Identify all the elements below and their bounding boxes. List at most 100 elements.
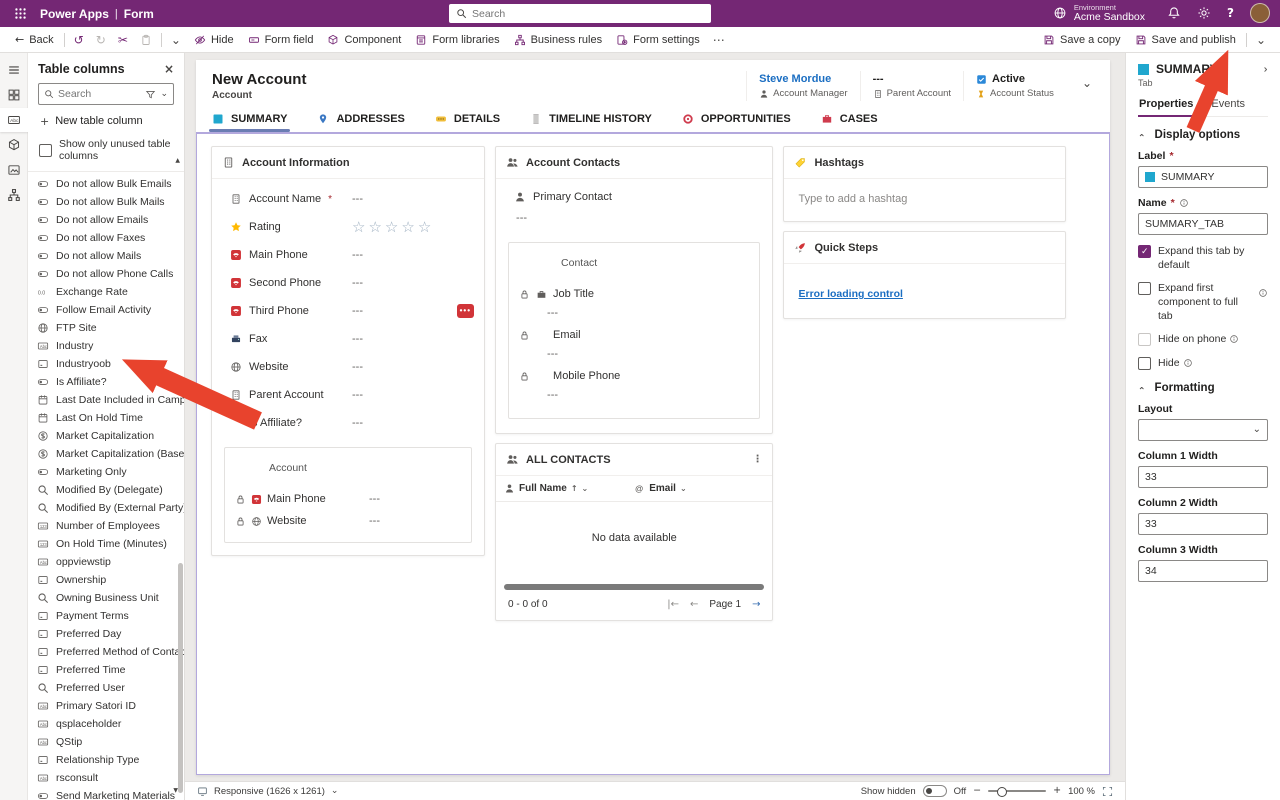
column-width-input[interactable]	[1145, 565, 1261, 577]
quick-view-contact[interactable]: Contact Job Title	[508, 242, 760, 419]
checkbox[interactable]	[1138, 282, 1151, 295]
table-column-item[interactable]: QStip	[28, 733, 184, 751]
grid-more-icon[interactable]	[752, 455, 762, 465]
command-button[interactable]: Component	[320, 34, 408, 46]
save-split-chevron[interactable]	[1250, 34, 1272, 46]
table-column-item[interactable]: On Hold Time (Minutes)	[28, 535, 184, 553]
rail-tree-view-button[interactable]	[0, 183, 28, 207]
panel-checkbox-row[interactable]: Hide	[1138, 357, 1268, 371]
notifications-bell-icon[interactable]	[1167, 6, 1181, 20]
form-field-row[interactable]: Rating	[212, 213, 484, 241]
environment-picker[interactable]: Environment Acme Sandbox	[1053, 3, 1145, 24]
column-width-input[interactable]	[1145, 518, 1261, 530]
table-column-item[interactable]: Modified By (Delegate)	[28, 481, 184, 499]
table-column-item[interactable]: Preferred Day	[28, 625, 184, 643]
quick-view-field-row[interactable]: Email ---	[509, 326, 759, 367]
info-icon[interactable]	[1183, 357, 1193, 369]
command-button[interactable]: Business rules	[507, 34, 610, 46]
rail-form-libraries-button[interactable]	[0, 158, 28, 182]
table-column-item[interactable]: Last On Hold Time	[28, 409, 184, 427]
form-field-row[interactable]: Is Affiliate? ---	[212, 409, 484, 437]
form-tab[interactable]: CASES	[821, 113, 878, 132]
form-tab[interactable]: TIMELINE HISTORY	[530, 113, 652, 132]
list-scroll-up-icon[interactable]	[175, 158, 180, 164]
panel-checkbox-row[interactable]: Hide on phone	[1138, 333, 1268, 347]
command-button[interactable]: Form libraries	[408, 34, 506, 46]
form-tab[interactable]: SUMMARY	[212, 113, 287, 132]
table-column-item[interactable]: Marketing Only	[28, 463, 184, 481]
table-column-item[interactable]: Send Marketing Materials	[28, 787, 184, 800]
list-scrollbar[interactable]	[178, 563, 183, 793]
table-column-item[interactable]: Industry	[28, 337, 184, 355]
section-account-information[interactable]: Account Information Account Name	[211, 146, 485, 556]
column-width-field[interactable]	[1138, 466, 1268, 488]
column-width-input[interactable]	[1145, 471, 1261, 483]
checkbox[interactable]	[1138, 245, 1151, 258]
quick-view-field-row[interactable]: Website ---	[225, 510, 471, 532]
more-commands-button[interactable]	[707, 34, 731, 46]
info-icon[interactable]	[1179, 197, 1189, 209]
quick-view-account[interactable]: Account Main Phone	[224, 447, 472, 543]
table-column-item[interactable]: Market Capitalization	[28, 427, 184, 445]
previous-page-button[interactable]	[690, 600, 698, 610]
form-header-field[interactable]: Active Account Status	[963, 71, 1066, 101]
primary-contact-field[interactable]: Primary Contact ---	[496, 179, 772, 232]
table-column-item[interactable]: Do not allow Bulk Mails	[28, 193, 184, 211]
panel-checkbox-row[interactable]: Expand this tab by default	[1138, 245, 1268, 272]
checkbox[interactable]	[1138, 357, 1151, 370]
header-collapse-chevron[interactable]	[1082, 77, 1092, 89]
rail-menu-button[interactable]	[0, 58, 28, 82]
quick-view-field-row[interactable]: Mobile Phone ---	[509, 367, 759, 408]
table-column-item[interactable]: Do not allow Bulk Emails	[28, 175, 184, 193]
save-and-publish-button[interactable]: Save and publish	[1128, 34, 1243, 46]
show-unused-checkbox-row[interactable]: Show only unused table columns	[28, 130, 184, 172]
display-options-section-header[interactable]: Display options	[1138, 129, 1268, 141]
table-column-item[interactable]: Preferred Method of Contact	[28, 643, 184, 661]
table-column-item[interactable]: Modified By (External Party)	[28, 499, 184, 517]
redo-button[interactable]	[90, 34, 112, 46]
quick-view-field-row[interactable]: Job Title ---	[509, 285, 759, 326]
table-column-item[interactable]: Last Date Included in Campaign	[28, 391, 184, 409]
form-tab[interactable]: DETAILS	[435, 113, 500, 132]
next-page-button[interactable]	[752, 600, 760, 610]
new-table-column-button[interactable]: New table column	[28, 105, 184, 130]
table-column-item[interactable]: Primary Satori ID	[28, 697, 184, 715]
save-a-copy-button[interactable]: Save a copy	[1036, 34, 1128, 46]
show-unused-checkbox[interactable]	[39, 144, 52, 157]
quick-view-field-row[interactable]: Main Phone ---	[225, 488, 471, 510]
form-field-row[interactable]: Fax ---	[212, 325, 484, 353]
table-column-item[interactable]: Payment Terms	[28, 607, 184, 625]
table-column-item[interactable]: Owning Business Unit	[28, 589, 184, 607]
error-loading-control-link[interactable]: Error loading control	[798, 288, 902, 300]
form-tab[interactable]: OPPORTUNITIES	[682, 113, 791, 132]
command-button[interactable]: Form field	[241, 34, 321, 46]
command-button[interactable]: Form settings	[609, 34, 707, 46]
label-field-input[interactable]	[1138, 166, 1268, 188]
form-field-row[interactable]: Website ---	[212, 353, 484, 381]
first-page-button[interactable]	[667, 600, 679, 610]
table-column-item[interactable]: Follow Email Activity	[28, 301, 184, 319]
section-hashtags[interactable]: Hashtags Type to add a hashtag	[783, 146, 1066, 222]
cut-button[interactable]	[112, 34, 134, 46]
label-input[interactable]	[1161, 171, 1261, 183]
table-column-item[interactable]: Ownership	[28, 571, 184, 589]
table-column-item[interactable]: Preferred User	[28, 679, 184, 697]
filter-chevron-icon[interactable]	[160, 90, 168, 99]
fit-to-screen-icon[interactable]	[1102, 786, 1113, 797]
table-column-item[interactable]: Market Capitalization (Base)	[28, 445, 184, 463]
global-search-input[interactable]	[472, 8, 704, 20]
app-launcher-waffle-icon[interactable]	[10, 4, 30, 24]
checkbox[interactable]	[1138, 333, 1151, 346]
table-column-item[interactable]: Do not allow Faxes	[28, 229, 184, 247]
rail-form-layout-button[interactable]	[0, 83, 28, 107]
table-column-item[interactable]: rsconsult	[28, 769, 184, 787]
close-icon[interactable]	[164, 63, 174, 75]
column-width-field[interactable]	[1138, 560, 1268, 582]
brand-power-apps[interactable]: Power Apps	[40, 7, 109, 21]
help-icon[interactable]	[1227, 7, 1234, 19]
responsive-size-label[interactable]: Responsive (1626 x 1261)	[214, 786, 325, 797]
zoom-in-button[interactable]	[1053, 786, 1061, 796]
collapse-panel-chevron[interactable]	[1258, 64, 1269, 73]
show-hidden-toggle[interactable]	[923, 785, 947, 797]
table-column-item[interactable]: qsplaceholder	[28, 715, 184, 733]
